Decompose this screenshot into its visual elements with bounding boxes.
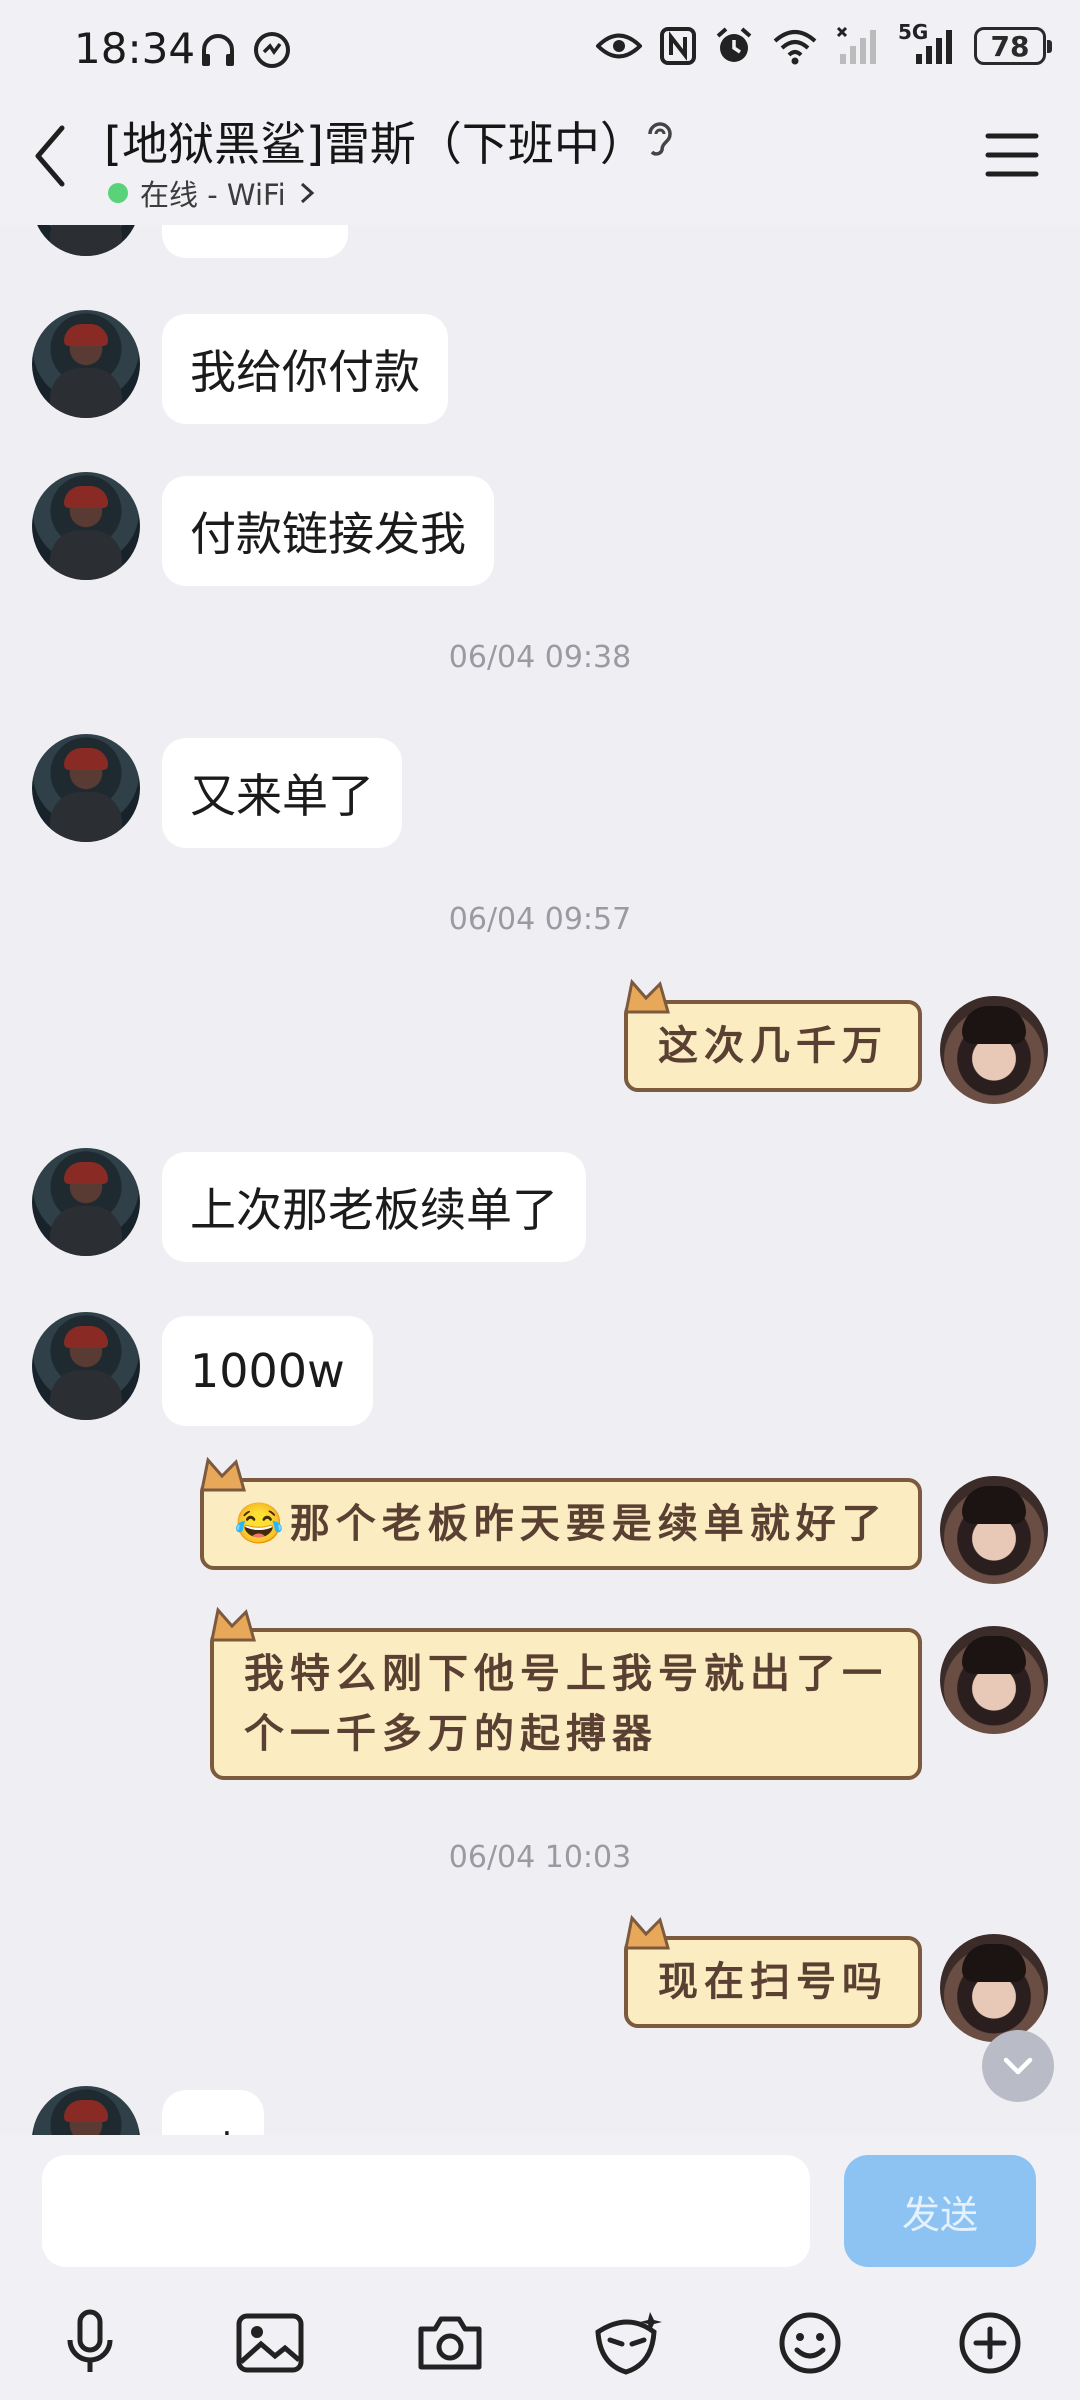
message-text: 对 [190,2118,236,2135]
online-dot-icon [108,183,128,203]
contact-avatar[interactable] [32,2086,140,2135]
message-bubble[interactable]: 付款链接发我 [162,476,494,586]
plus-icon [959,2312,1021,2374]
battery-icon: 78 [974,27,1052,65]
input-toolbar [0,2291,1080,2391]
ear-icon[interactable] [642,118,678,166]
chat-title[interactable]: [地狱黑鲨]雷斯（下班中） [104,108,646,174]
sticker-button[interactable] [588,2303,668,2383]
timestamp: 06/04 09:57 [448,902,632,937]
voice-button[interactable] [50,2303,130,2383]
scroll-to-bottom-button[interactable] [982,2030,1054,2102]
sent-sticker-bubble[interactable]: 😂那个老板昨天要是续单就好了 [200,1456,922,1570]
message-text: 现在扫号吗 [658,1958,888,2005]
sent-sticker-bubble[interactable]: 现在扫号吗 [624,1914,922,2028]
emoji-icon [779,2312,841,2374]
send-button[interactable]: 发送 [844,2155,1036,2267]
self-avatar[interactable] [940,1626,1048,1734]
nfc-icon [660,27,696,65]
message-text: 又来单了 [190,769,374,823]
contact-avatar[interactable] [32,1148,140,1256]
wifi-icon [772,27,818,65]
message-text: 我特么刚下他号上我号就出了一个一千多万的起搏器 [244,1650,888,1757]
message-text: 上次那老板续单了 [190,1183,558,1237]
contact-avatar[interactable] [32,310,140,418]
chat-header: [地狱黑鲨]雷斯（下班中） 在线 - WiFi [0,100,1080,225]
menu-button[interactable] [984,130,1044,190]
cat-ear-icon [624,978,670,1014]
contact-avatar[interactable] [32,1312,140,1420]
presence-status[interactable]: 在线 - WiFi [108,172,316,214]
message-text: 付款链接发我 [190,507,466,561]
back-button[interactable] [30,120,90,200]
contact-avatar[interactable] [32,734,140,842]
headphones-icon [198,30,238,70]
message-bubble[interactable]: 我给你付款 [162,314,448,424]
chat-area[interactable]: 我给你付款 付款链接发我 06/04 09:38 又来单了 06/04 09:5… [0,0,1080,2135]
more-button[interactable] [950,2303,1030,2383]
message-text: 那个老板昨天要是续单就好了 [289,1500,888,1547]
signal-5g-icon: 5G [898,20,956,66]
alarm-icon [714,26,754,66]
laughing-emoji: 😂 [234,1500,290,1547]
microphone-icon [67,2309,113,2372]
app-notification-icon [252,30,292,70]
battery-level: 78 [990,29,1030,63]
self-avatar[interactable] [940,1934,1048,2042]
eye-icon [596,31,642,61]
signal-sim2-icon [836,26,880,66]
contact-avatar[interactable] [32,472,140,580]
timestamp: 06/04 10:03 [448,1840,632,1875]
self-avatar[interactable] [940,1476,1048,1584]
message-bubble[interactable]: 又来单了 [162,738,402,848]
cat-ear-icon [624,1914,670,1950]
camera-button[interactable] [410,2303,490,2383]
self-avatar[interactable] [940,996,1048,1104]
camera-icon [418,2316,482,2370]
message-input[interactable] [42,2155,810,2267]
message-bubble[interactable]: 1000w [162,1316,373,1426]
cat-ear-icon [210,1606,256,1642]
image-button[interactable] [230,2303,310,2383]
chevron-right-icon [300,182,314,204]
emoji-button[interactable] [770,2303,850,2383]
cat-ear-icon [200,1456,246,1492]
message-text: 这次几千万 [658,1022,888,1069]
hamburger-menu-icon [985,133,1039,177]
message-bubble[interactable]: 对 [162,2090,264,2135]
chevron-left-icon [35,125,65,187]
message-text: 1000w [190,1344,345,1398]
status-bar: 18:34 5G 78 [0,0,1080,100]
network-type-label: 5G [898,20,929,44]
timestamp: 06/04 09:38 [448,640,632,675]
message-bubble[interactable]: 上次那老板续单了 [162,1152,586,1262]
status-time: 18:34 [74,24,196,73]
sent-sticker-bubble[interactable]: 这次几千万 [624,978,922,1092]
message-text: 我给你付款 [190,345,420,399]
sent-sticker-bubble[interactable]: 我特么刚下他号上我号就出了一个一千多万的起搏器 [210,1606,922,1780]
chevron-down-icon [1003,2057,1033,2075]
presence-text: 在线 - WiFi [140,178,286,212]
mask-icon [595,2312,662,2375]
image-icon [236,2313,304,2373]
input-bar: 发送 [0,2135,1080,2400]
